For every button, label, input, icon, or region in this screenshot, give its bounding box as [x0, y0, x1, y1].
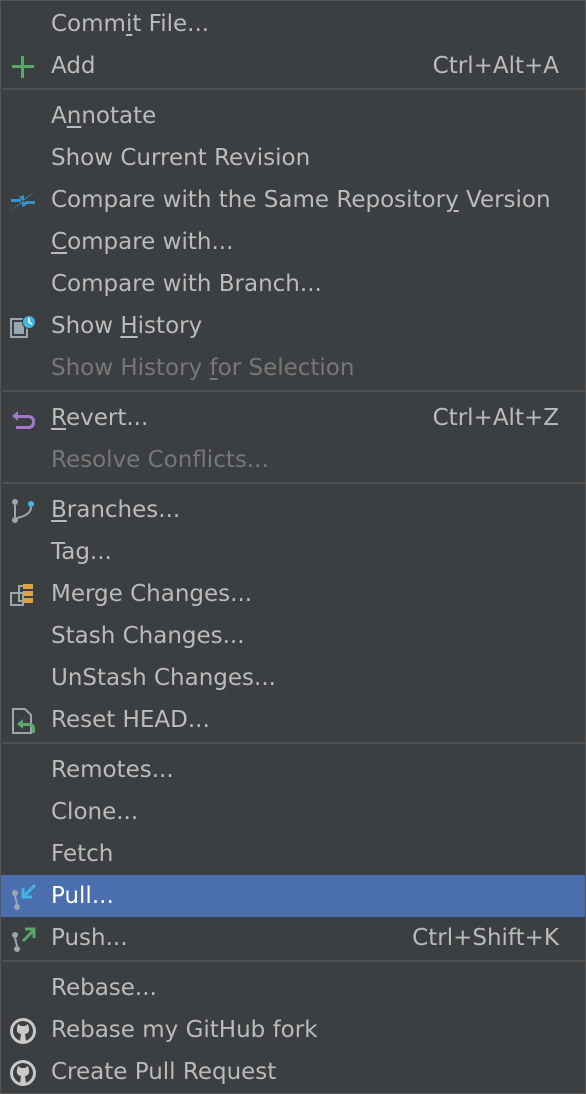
- pull-icon: [9, 883, 37, 911]
- reset-icon: [9, 707, 37, 735]
- menu-item-label: Merge Changes...: [51, 581, 253, 607]
- menu-item-label: Show Current Revision: [51, 145, 311, 171]
- github-icon: [9, 1059, 37, 1087]
- menu-item-label: Add: [51, 53, 96, 79]
- push-icon: [9, 925, 37, 953]
- branch-icon: [9, 497, 37, 525]
- menu-item-pull[interactable]: Pull...: [1, 875, 585, 917]
- menu-item-compare-with-branch[interactable]: Compare with Branch...: [1, 263, 585, 305]
- menu-item-commit-file[interactable]: Commit File...: [1, 3, 585, 45]
- github-icon: [9, 1017, 37, 1045]
- menu-item-label: Remotes...: [51, 757, 174, 783]
- menu-item-unstash-changes[interactable]: UnStash Changes...: [1, 657, 585, 699]
- revert-icon: [9, 405, 37, 433]
- menu-item-push[interactable]: Push... Ctrl+Shift+K: [1, 917, 585, 959]
- menu-item-rebase-github-fork[interactable]: Rebase my GitHub fork: [1, 1009, 585, 1051]
- menu-item-label: Pull...: [51, 883, 114, 909]
- menu-item-merge-changes[interactable]: Merge Changes...: [1, 573, 585, 615]
- menu-item-clone[interactable]: Clone...: [1, 791, 585, 833]
- menu-item-compare-same-repository[interactable]: Compare with the Same Repository Version: [1, 179, 585, 221]
- menu-item-compare-with[interactable]: Compare with...: [1, 221, 585, 263]
- menu-item-label: Show History: [51, 313, 203, 339]
- menu-item-resolve-conflicts[interactable]: Resolve Conflicts...: [1, 439, 585, 481]
- menu-item-label: Annotate: [51, 103, 157, 129]
- menu-item-tag[interactable]: Tag...: [1, 531, 585, 573]
- menu-item-label: Create Pull Request: [51, 1059, 277, 1085]
- menu-item-show-current-revision[interactable]: Show Current Revision: [1, 137, 585, 179]
- menu-item-show-history[interactable]: Show History: [1, 305, 585, 347]
- menu-item-create-pull-request[interactable]: Create Pull Request: [1, 1051, 585, 1093]
- menu-item-label: Stash Changes...: [51, 623, 245, 649]
- shortcut-label: Ctrl+Alt+A: [432, 53, 559, 79]
- history-icon: [9, 313, 37, 341]
- menu-item-stash-changes[interactable]: Stash Changes...: [1, 615, 585, 657]
- menu-item-label: Show History for Selection: [51, 355, 355, 381]
- menu-separator: [3, 88, 585, 90]
- menu-item-label: Rebase my GitHub fork: [51, 1017, 318, 1043]
- compare-arrows-icon: [9, 187, 37, 215]
- menu-item-label: Rebase...: [51, 975, 157, 1001]
- menu-item-label: Resolve Conflicts...: [51, 447, 269, 473]
- shortcut-label: Ctrl+Shift+K: [412, 925, 559, 951]
- menu-item-label: Compare with...: [51, 229, 234, 255]
- menu-item-label: Compare with the Same Repository Version: [51, 187, 551, 213]
- menu-item-label: UnStash Changes...: [51, 665, 276, 691]
- menu-separator: [3, 390, 585, 392]
- menu-item-revert[interactable]: Revert... Ctrl+Alt+Z: [1, 397, 585, 439]
- menu-item-rebase[interactable]: Rebase...: [1, 967, 585, 1009]
- menu-item-label: Commit File...: [51, 11, 210, 37]
- menu-item-label: Tag...: [51, 539, 112, 565]
- shortcut-label: Ctrl+Alt+Z: [432, 405, 559, 431]
- menu-item-label: Branches...: [51, 497, 181, 523]
- menu-separator: [3, 482, 585, 484]
- merge-icon: [9, 581, 37, 609]
- menu-separator: [3, 742, 585, 744]
- menu-separator: [3, 960, 585, 962]
- menu-item-label: Compare with Branch...: [51, 271, 322, 297]
- menu-item-show-history-for-selection[interactable]: Show History for Selection: [1, 347, 585, 389]
- menu-item-label: Clone...: [51, 799, 139, 825]
- menu-item-label: Reset HEAD...: [51, 707, 210, 733]
- vcs-context-menu: Commit File... Add Ctrl+Alt+A Annotate S…: [0, 0, 586, 1094]
- menu-item-fetch[interactable]: Fetch: [1, 833, 585, 875]
- menu-item-label: Revert...: [51, 405, 149, 431]
- menu-item-add[interactable]: Add Ctrl+Alt+A: [1, 45, 585, 87]
- menu-item-label: Fetch: [51, 841, 114, 867]
- menu-item-reset-head[interactable]: Reset HEAD...: [1, 699, 585, 741]
- plus-icon: [9, 53, 37, 81]
- menu-item-branches[interactable]: Branches...: [1, 489, 585, 531]
- menu-item-label: Push...: [51, 925, 128, 951]
- menu-item-annotate[interactable]: Annotate: [1, 95, 585, 137]
- menu-item-remotes[interactable]: Remotes...: [1, 749, 585, 791]
